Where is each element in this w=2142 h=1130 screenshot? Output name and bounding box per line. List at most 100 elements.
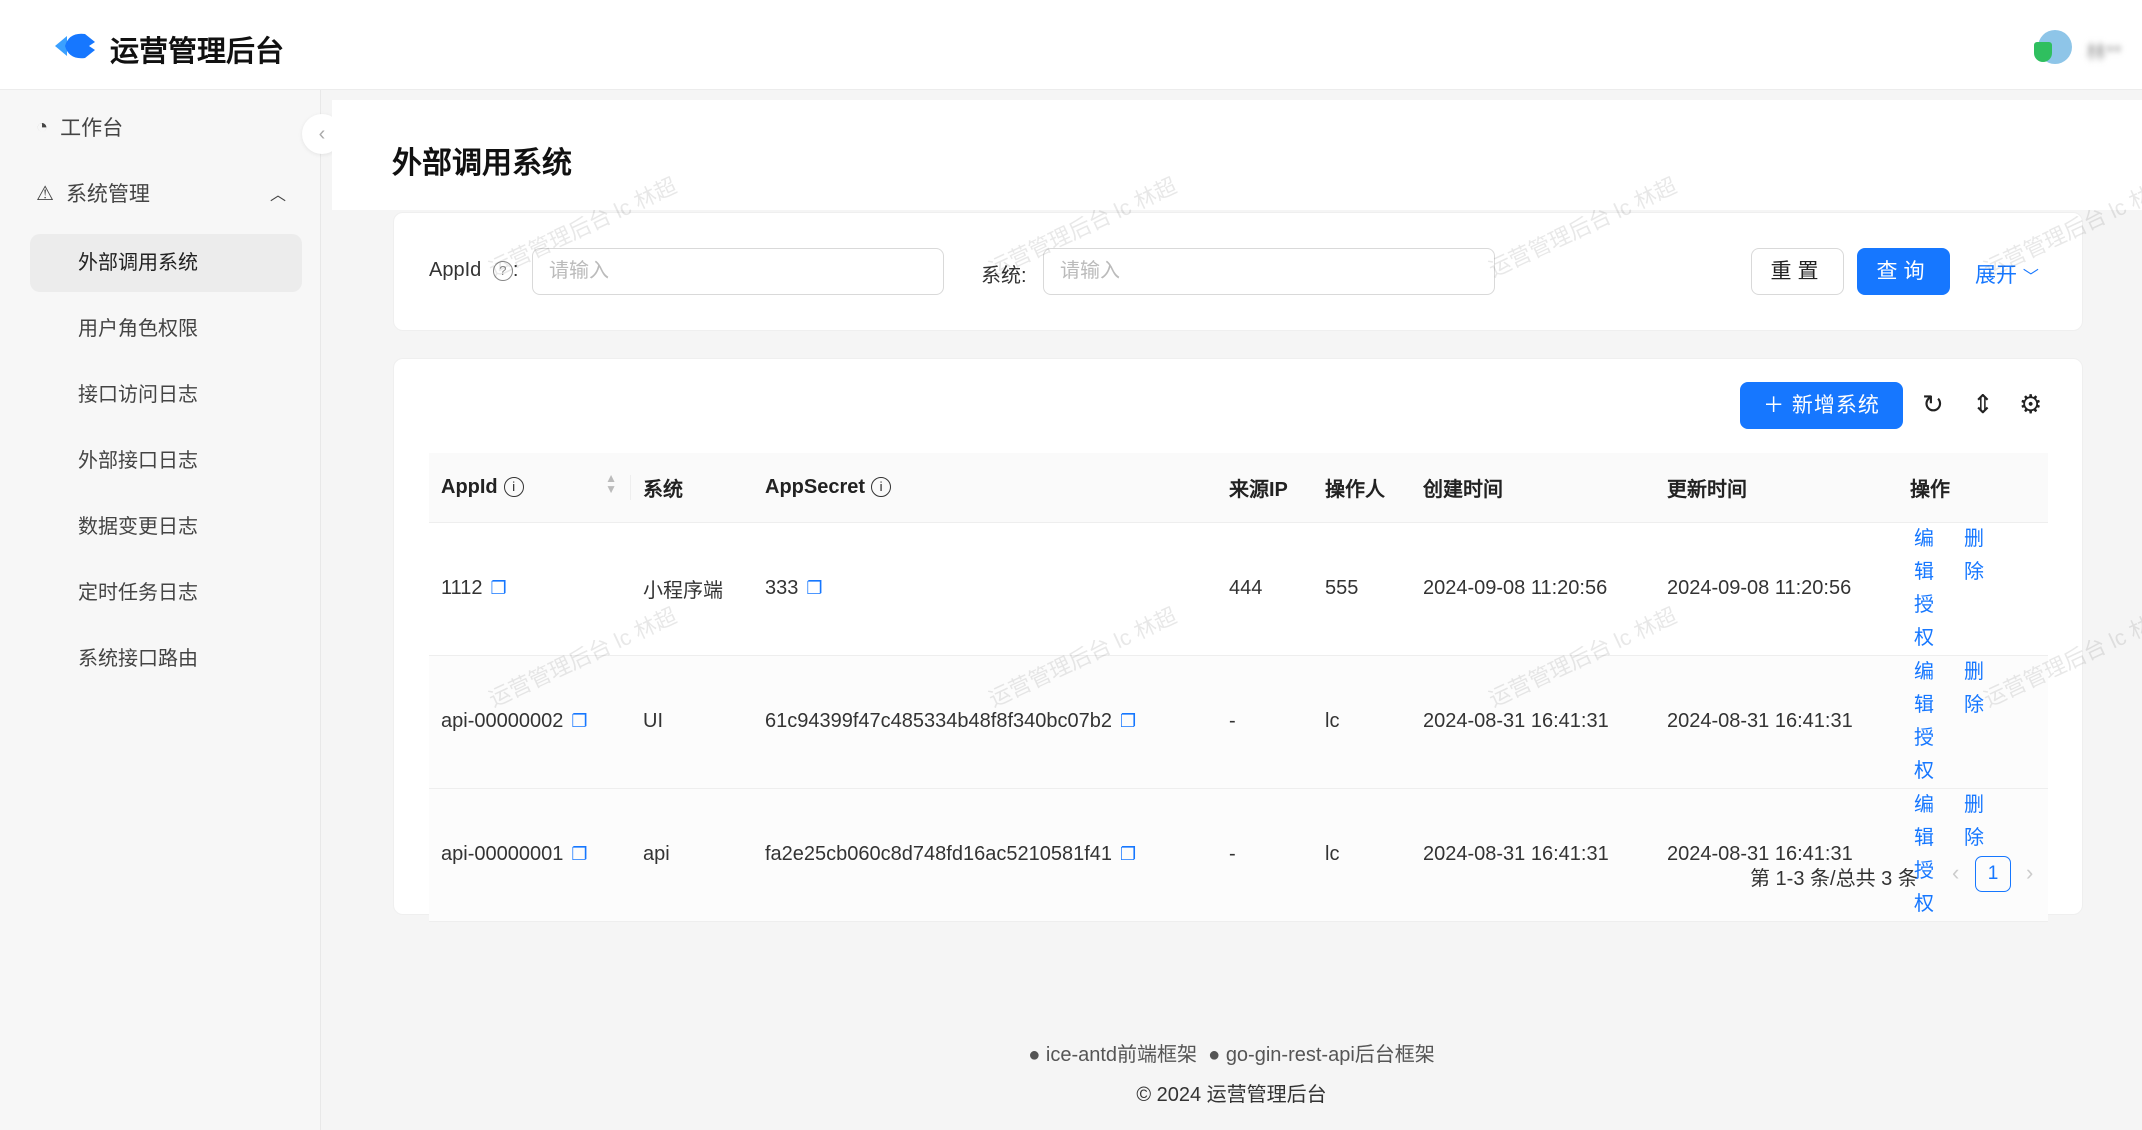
copy-icon[interactable]: ❐ xyxy=(806,578,822,598)
github-icon: ● xyxy=(1028,1044,1041,1066)
cell-source-ip: 444 xyxy=(1217,522,1313,656)
reload-icon[interactable]: ↻ xyxy=(1922,389,1944,420)
grant-button[interactable]: 授权 xyxy=(1910,722,1938,788)
table-row: api-00000001 ❐ api fa2e25cb060c8d748fd16a… xyxy=(429,788,2048,922)
pagination-summary: 第 1-3 条/总共 3 条 xyxy=(1750,868,1918,890)
cell-updated: 2024-08-31 16:41:31 xyxy=(1655,788,1898,922)
warning-icon: ⚠ xyxy=(36,182,54,205)
sidebar-item-api-routes[interactable]: 系统接口路由 xyxy=(30,630,302,688)
cell-appsecret: 61c94399f47c485334b48f8f340bc07b2 ❐ xyxy=(753,655,1217,789)
sidebar-item-data-change-log[interactable]: 数据变更日志 xyxy=(30,498,302,556)
copy-icon[interactable]: ❐ xyxy=(1120,844,1136,864)
chevron-down-icon: ﹀ xyxy=(2022,269,2039,286)
column-header-system: 系统 xyxy=(631,453,753,523)
edit-button[interactable]: 编辑 xyxy=(1910,656,1938,722)
user-avatar[interactable] xyxy=(2034,30,2072,64)
delete-button[interactable]: 删除 xyxy=(1960,523,1988,589)
system-label: 系统: xyxy=(981,265,1027,287)
github-icon: ● xyxy=(1208,1044,1221,1066)
sidebar-item-label: 系统管理 xyxy=(65,183,150,206)
sidebar-item-label: 工作台 xyxy=(60,117,124,140)
cell-actions: 编辑删除授权 xyxy=(1898,522,2048,656)
sidebar-item-api-access-log[interactable]: 接口访问日志 xyxy=(30,366,302,424)
cell-appsecret: fa2e25cb060c8d748fd16ac5210581f41 ❐ xyxy=(753,788,1217,922)
expand-toggle[interactable]: 展开 ﹀ xyxy=(1975,259,2039,289)
cell-created: 2024-08-31 16:41:31 xyxy=(1411,788,1655,922)
cell-source-ip: - xyxy=(1217,788,1313,922)
footer-copyright: © 2024 运营管理后台 xyxy=(1136,1084,1327,1106)
cell-source-ip: - xyxy=(1217,655,1313,789)
sidebar-item-external-api-log[interactable]: 外部接口日志 xyxy=(30,432,302,490)
plus-icon: ＋ xyxy=(1763,394,1792,417)
cell-actions: 编辑删除授权 xyxy=(1898,655,2048,789)
cell-appsecret: 333 ❐ xyxy=(753,522,1217,656)
appid-input[interactable]: 请输入 xyxy=(532,248,944,295)
sidebar: ◔ 工作台 ⚠ 系统管理 ︿ 外部调用系统 用户角色权限 接口访问日志 外部接口日志 … xyxy=(0,90,321,1130)
column-header-operator: 操作人 xyxy=(1313,453,1411,523)
footer-link-frontend[interactable]: ice-antd前端框架 xyxy=(1046,1044,1197,1066)
cell-system: 小程序端 xyxy=(631,522,753,656)
add-system-button[interactable]: ＋ 新增系统 xyxy=(1740,382,1903,429)
help-icon[interactable]: ? xyxy=(492,260,513,281)
next-page-button[interactable]: › xyxy=(2026,860,2033,886)
table-row: 1112 ❐ 小程序端 333 ❐ 444 555 2024-09-08 11:20… xyxy=(429,522,2048,656)
chevron-up-icon: ︿ xyxy=(269,187,286,204)
info-icon[interactable]: i xyxy=(503,477,524,498)
appid-label: AppId ?: xyxy=(429,259,519,281)
query-button[interactable]: 查询 xyxy=(1857,248,1950,295)
grant-button[interactable]: 授权 xyxy=(1910,589,1938,655)
table-row: api-00000002 ❐ UI 61c94399f47c485334b48f8… xyxy=(429,655,2048,789)
cell-actions: 编辑删除授权 xyxy=(1898,788,2048,922)
page-title: 外部调用系统 xyxy=(392,147,572,180)
footer-link-backend[interactable]: go-gin-rest-api后台框架 xyxy=(1226,1044,1435,1066)
edit-button[interactable]: 编辑 xyxy=(1910,523,1938,589)
sidebar-item-external-systems[interactable]: 外部调用系统 xyxy=(30,234,302,292)
prev-page-button[interactable]: ‹ xyxy=(1952,860,1959,886)
copy-icon[interactable]: ❐ xyxy=(571,711,587,731)
delete-button[interactable]: 删除 xyxy=(1960,789,1988,855)
cell-created: 2024-08-31 16:41:31 xyxy=(1411,655,1655,789)
reset-button[interactable]: 重置 xyxy=(1751,248,1844,295)
density-icon[interactable]: ⇕ xyxy=(1972,389,1994,420)
top-header: 运营管理后台 林** xyxy=(0,0,2142,90)
cell-operator: lc xyxy=(1313,788,1411,922)
sidebar-item-cron-log[interactable]: 定时任务日志 xyxy=(30,564,302,622)
chevron-left-icon: ‹ xyxy=(318,123,326,145)
cell-updated: 2024-08-31 16:41:31 xyxy=(1655,655,1898,789)
sort-icon[interactable]: ▲ ▼ xyxy=(605,472,617,495)
info-icon[interactable]: i xyxy=(871,477,892,498)
column-header-appid[interactable]: AppId i ▲ ▼ xyxy=(429,453,631,523)
cell-appid: api-00000002 ❐ xyxy=(429,655,631,789)
app-title: 运营管理后台 xyxy=(110,36,285,68)
sidebar-item-workbench[interactable]: ◔ 工作台 xyxy=(36,112,123,142)
sidebar-item-user-roles[interactable]: 用户角色权限 xyxy=(30,300,302,358)
column-header-updated: 更新时间 xyxy=(1655,453,1898,523)
cell-appid: api-00000001 ❐ xyxy=(429,788,631,922)
system-input[interactable]: 请输入 xyxy=(1043,248,1495,295)
column-header-created: 创建时间 xyxy=(1411,453,1655,523)
cell-updated: 2024-09-08 11:20:56 xyxy=(1655,522,1898,656)
logo-icon xyxy=(55,33,95,59)
cell-appid: 1112 ❐ xyxy=(429,522,631,656)
cell-system: api xyxy=(631,788,753,922)
page-1-button[interactable]: 1 xyxy=(1975,856,2011,892)
sidebar-group-system-mgmt[interactable]: ⚠ 系统管理 ︿ xyxy=(36,178,286,208)
delete-button[interactable]: 删除 xyxy=(1960,656,1988,722)
settings-icon[interactable]: ⚙ xyxy=(2019,389,2042,420)
copy-icon[interactable]: ❐ xyxy=(571,844,587,864)
cell-system: UI xyxy=(631,655,753,789)
cell-operator: 555 xyxy=(1313,522,1411,656)
copy-icon[interactable]: ❐ xyxy=(491,578,507,598)
column-header-actions: 操作 xyxy=(1898,453,2048,523)
page-header xyxy=(332,100,2142,210)
column-header-appsecret: AppSecret i xyxy=(753,453,1217,523)
shield-check-icon xyxy=(2034,42,2052,62)
footer-links: ● ice-antd前端框架 ● go-gin-rest-api后台框架 xyxy=(321,1038,2142,1067)
dashboard-icon: ◔ xyxy=(36,115,49,138)
edit-button[interactable]: 编辑 xyxy=(1910,789,1938,855)
cell-created: 2024-09-08 11:20:56 xyxy=(1411,522,1655,656)
copy-icon[interactable]: ❐ xyxy=(1120,711,1136,731)
search-form: AppId ?: 请输入 系统: 请输入 重置 查询 展开 ﹀ xyxy=(393,212,2083,331)
user-name[interactable]: 林** xyxy=(2086,36,2122,65)
column-header-source-ip: 来源IP xyxy=(1217,453,1313,523)
